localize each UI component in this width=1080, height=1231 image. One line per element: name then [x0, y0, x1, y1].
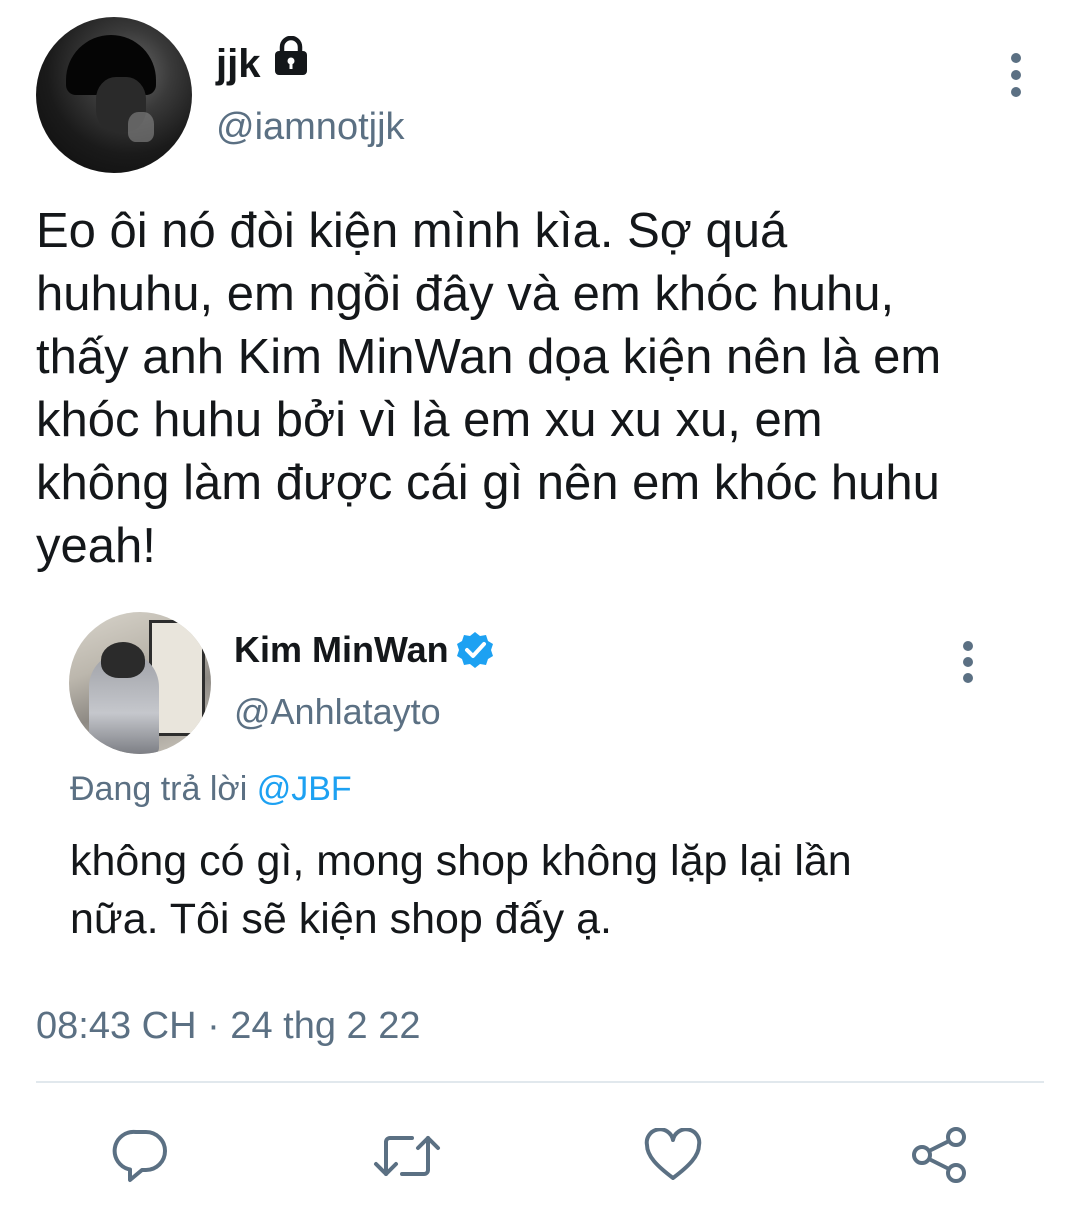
quoted-author-name-row: Kim MinWan — [234, 630, 495, 670]
lock-icon — [270, 35, 312, 76]
tweet-text: Eo ôi nó đòi kiện mình kìa. Sợ quá huhuh… — [36, 204, 942, 573]
reply-mention-link[interactable]: @JBF — [257, 770, 352, 808]
verified-badge-icon — [455, 630, 495, 670]
reply-icon[interactable] — [112, 1126, 170, 1184]
quoted-author-name[interactable]: Kim MinWan — [234, 632, 449, 668]
author-name[interactable]: jjk — [216, 44, 260, 84]
retweet-icon[interactable] — [372, 1128, 442, 1184]
quoted-more-options-icon[interactable] — [948, 636, 988, 696]
divider — [36, 1081, 1044, 1083]
share-icon[interactable] — [908, 1124, 970, 1186]
quoted-author-handle[interactable]: @Anhlatayto — [234, 694, 441, 730]
quoted-tweet-text: không có gì, mong shop không lặp lại lần… — [70, 837, 852, 943]
replying-to: Đang trả lời @JBF — [70, 770, 352, 808]
author-avatar[interactable] — [36, 17, 192, 173]
author-handle[interactable]: @iamnotjjk — [216, 108, 405, 146]
more-options-icon[interactable] — [996, 48, 1036, 108]
quoted-author-avatar[interactable] — [69, 612, 211, 754]
tweet-timestamp[interactable]: 08:43 CH · 24 thg 2 22 — [36, 1005, 420, 1048]
like-icon[interactable] — [643, 1128, 703, 1182]
